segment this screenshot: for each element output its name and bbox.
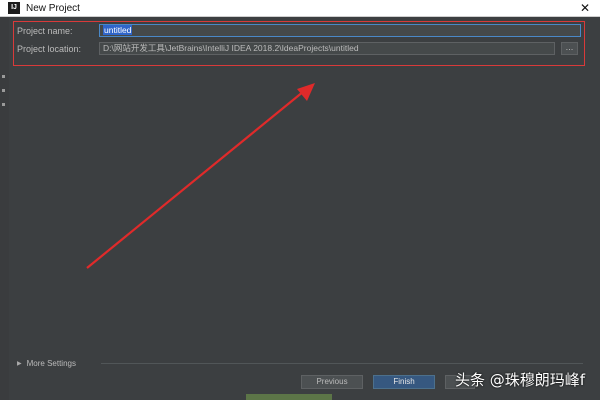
window-title: New Project [26, 2, 80, 14]
background-window-fragment [246, 394, 332, 400]
annotation-arrow [86, 83, 315, 269]
annotation-arrow-head [297, 83, 315, 101]
new-project-dialog: Project name: untitled Project location:… [9, 17, 600, 400]
more-settings-divider [101, 363, 583, 364]
title-bar: IJ New Project ✕ [0, 0, 600, 17]
more-settings-label: More Settings [26, 359, 76, 368]
intellij-icon: IJ [8, 2, 20, 14]
annotation-arrow-line [86, 85, 311, 269]
previous-button[interactable]: Previous [301, 375, 363, 389]
watermark-text: 头条 @珠穆朗玛峰f [455, 371, 586, 389]
more-settings-toggle[interactable]: ▶ More Settings [17, 359, 76, 368]
chevron-right-icon: ▶ [17, 361, 22, 367]
close-icon[interactable]: ✕ [580, 1, 590, 15]
finish-button[interactable]: Finish [373, 375, 435, 389]
